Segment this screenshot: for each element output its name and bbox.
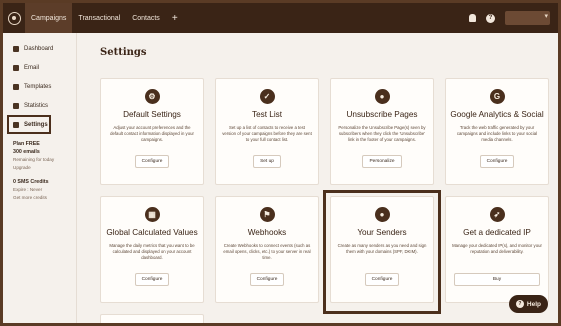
- configure-button[interactable]: Configure: [134, 273, 170, 286]
- sidebar-item-label: Email: [24, 64, 40, 71]
- sms-credits: 0 SMS Credits: [13, 179, 49, 185]
- main-content: Settings ⚙ Default Settings Adjust your …: [79, 33, 558, 323]
- plan-remaining: Remaining for today: [13, 157, 55, 162]
- card-description: Manage the daily metrics that you want t…: [109, 243, 195, 260]
- card-title: Default Settings: [123, 110, 181, 119]
- card-partial: [100, 314, 204, 323]
- card-title: Test List: [251, 110, 283, 119]
- card-dedicated-ip: ➶ Get a dedicated IP Manage your dedicat…: [445, 196, 549, 303]
- card-description: Personalize the Unsubscribe Page(s) seen…: [338, 125, 426, 142]
- topbar-right: ?: [469, 11, 558, 25]
- sidebar-item-email[interactable]: Email: [3, 58, 76, 77]
- card-description: Set up a list of contacts to receive a t…: [222, 125, 312, 142]
- sms-expire: Expire : Never: [13, 187, 43, 192]
- sidebar: Dashboard Email Templates Statistics Set…: [3, 33, 77, 323]
- webhook-icon: ⚑: [259, 207, 275, 222]
- checklist-icon: ✓: [259, 89, 275, 104]
- card-description: Create Webhooks to connect events (such …: [223, 243, 311, 260]
- top-navbar: Campaigns Transactional Contacts + ?: [3, 3, 558, 33]
- card-title: Global Calculated Values: [106, 228, 198, 237]
- sidebar-item-label: Dashboard: [24, 45, 54, 52]
- card-title: Webhooks: [247, 228, 287, 237]
- setup-button[interactable]: Set up: [253, 155, 281, 168]
- plan-emails: 300 emails: [13, 149, 40, 155]
- sidebar-item-templates[interactable]: Templates: [3, 77, 76, 96]
- configure-button[interactable]: Configure: [249, 273, 285, 286]
- logo-icon: [7, 11, 21, 25]
- card-description: Adjust your account preferences and the …: [110, 125, 194, 142]
- plan-title: Plan FREE: [13, 141, 40, 147]
- card-title: Unsubscribe Pages: [346, 110, 418, 119]
- gear-icon: ⚙: [144, 89, 160, 104]
- card-google-analytics: G Google Analytics & Social Track the we…: [445, 78, 549, 185]
- nav-transactional[interactable]: Transactional: [72, 3, 126, 33]
- personalize-button[interactable]: Personalize: [362, 155, 402, 168]
- sidebar-item-label: Templates: [24, 83, 52, 90]
- chart-icon: [13, 102, 19, 109]
- home-icon: [13, 45, 19, 52]
- configure-button[interactable]: Configure: [479, 155, 515, 168]
- card-default-settings: ⚙ Default Settings Adjust your account p…: [100, 78, 204, 185]
- sidebar-item-label: Statistics: [24, 102, 49, 109]
- unsubscribe-icon: ●: [374, 89, 390, 104]
- plan-info: Plan FREE 300 emails Remaining for today…: [3, 140, 76, 202]
- question-icon: ?: [515, 300, 524, 308]
- page-title: Settings: [100, 47, 147, 58]
- help-button[interactable]: ? Help: [508, 295, 548, 313]
- calculator-icon: ▦: [144, 207, 160, 222]
- question-icon[interactable]: ?: [486, 13, 495, 23]
- card-description: Track the web traffic generated by your …: [456, 125, 538, 142]
- highlight-box: [323, 190, 441, 314]
- account-menu[interactable]: [505, 11, 550, 25]
- sidebar-item-label: Settings: [24, 121, 48, 128]
- bell-icon[interactable]: [469, 14, 476, 22]
- template-icon: [13, 83, 19, 90]
- card-title: Google Analytics & Social: [450, 110, 544, 119]
- configure-button[interactable]: Configure: [134, 155, 170, 168]
- card-unsubscribe-pages: ● Unsubscribe Pages Personalize the Unsu…: [330, 78, 434, 185]
- sidebar-item-settings[interactable]: Settings: [7, 115, 51, 134]
- card-test-list: ✓ Test List Set up a list of contacts to…: [215, 78, 319, 185]
- app-logo[interactable]: [3, 3, 25, 33]
- upgrade-link[interactable]: Upgrade: [13, 164, 76, 172]
- nav-campaigns[interactable]: Campaigns: [25, 3, 73, 33]
- card-webhooks: ⚑ Webhooks Create Webhooks to connect ev…: [215, 196, 319, 303]
- help-label: Help: [526, 300, 541, 308]
- get-more-credits-link[interactable]: Get more credits: [13, 194, 76, 202]
- sidebar-item-dashboard[interactable]: Dashboard: [3, 39, 76, 58]
- rocket-icon: ➶: [489, 207, 505, 222]
- nav-contacts[interactable]: Contacts: [126, 3, 166, 33]
- sidebar-item-statistics[interactable]: Statistics: [3, 96, 76, 115]
- mail-icon: [13, 64, 19, 71]
- card-global-calculated-values: ▦ Global Calculated Values Manage the da…: [100, 196, 204, 303]
- gear-icon: [13, 121, 19, 128]
- app-frame: Campaigns Transactional Contacts + ? Das…: [0, 0, 561, 326]
- card-description: Manage your dedicated IP(s), and monitor…: [452, 243, 542, 254]
- card-title: Get a dedicated IP: [463, 228, 531, 237]
- buy-button[interactable]: Buy: [454, 273, 540, 286]
- add-tab-button[interactable]: +: [166, 13, 184, 24]
- google-icon: G: [489, 89, 505, 104]
